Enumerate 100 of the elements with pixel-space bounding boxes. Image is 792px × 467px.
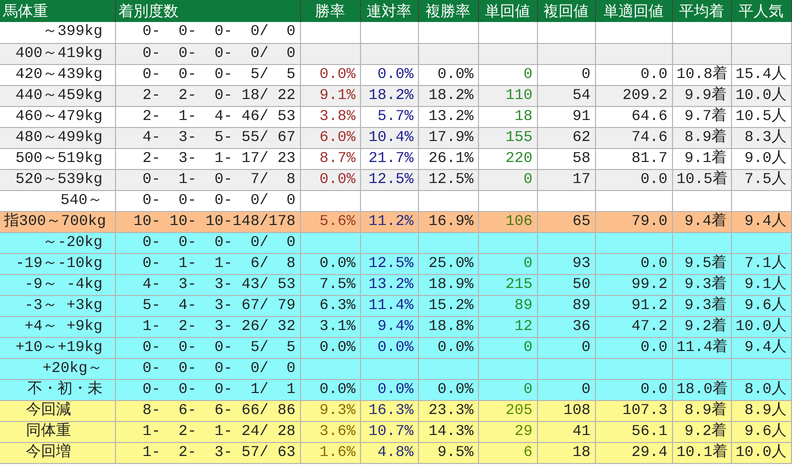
table-cell: 18.2%: [360, 85, 418, 106]
table-cell: 6.0%: [300, 127, 360, 148]
table-cell: 1- 2- 3- 26/ 32: [115, 316, 300, 337]
table-cell: 10.7%: [360, 421, 418, 442]
table-cell: 56.1: [595, 421, 672, 442]
table-cell: 9.5%: [418, 442, 478, 463]
table-cell: 5- 4- 3- 67/ 79: [115, 295, 300, 316]
table-cell: 4.8%: [360, 442, 418, 463]
table-cell: 16.3%: [360, 400, 418, 421]
table-cell: 9.9着: [672, 85, 731, 106]
table-cell: -9～ -4kg: [0, 274, 115, 295]
table-cell: 0.0: [595, 337, 672, 358]
table-cell: 2- 1- 4- 46/ 53: [115, 106, 300, 127]
table-cell: 12.5%: [360, 253, 418, 274]
table-cell: 0: [537, 64, 595, 85]
column-header: 単回値: [478, 0, 537, 22]
table-cell: 11.4%: [360, 295, 418, 316]
table-cell: 420～439kg: [0, 64, 115, 85]
table-cell: 7.5人: [731, 169, 791, 190]
table-cell: 7.1人: [731, 253, 791, 274]
table-cell: 3.6%: [300, 421, 360, 442]
table-cell: 74.6: [595, 127, 672, 148]
table-cell: 17: [537, 169, 595, 190]
table-cell: 0.0%: [418, 337, 478, 358]
table-cell: 18.2%: [418, 85, 478, 106]
table-cell: 89: [537, 295, 595, 316]
table-cell: 7.5%: [300, 274, 360, 295]
table-cell: 110: [478, 85, 537, 106]
table-cell: 18: [478, 106, 537, 127]
table-cell: 93: [537, 253, 595, 274]
table-cell: 0- 1- 0- 7/ 8: [115, 169, 300, 190]
table-cell: 155: [478, 127, 537, 148]
table-cell: 10.0人: [731, 442, 791, 463]
table-cell: 215: [478, 274, 537, 295]
table-cell: 13.2%: [360, 274, 418, 295]
table-cell: 11.2%: [360, 211, 418, 232]
table-cell: 50: [537, 274, 595, 295]
table-cell: 0.0: [595, 64, 672, 85]
column-header: 平均着: [672, 0, 731, 22]
table-cell: 0: [478, 64, 537, 85]
table-cell: 15.4人: [731, 64, 791, 85]
table-cell: 23.3%: [418, 400, 478, 421]
column-header: 連対率: [360, 0, 418, 22]
table-cell: 12.5%: [360, 169, 418, 190]
table-cell: 0.0%: [360, 337, 418, 358]
table-cell: 0.0: [595, 253, 672, 274]
table-cell: 11.4着: [672, 337, 731, 358]
table-cell: 205: [478, 400, 537, 421]
table-cell: -3～ +3kg: [0, 295, 115, 316]
table-cell: 今回減: [0, 400, 115, 421]
table-cell: 0- 1- 1- 6/ 8: [115, 253, 300, 274]
table-cell: 26.1%: [418, 148, 478, 169]
table-cell: 10- 10- 10-148/178: [115, 211, 300, 232]
table-cell: 1- 2- 1- 24/ 28: [115, 421, 300, 442]
table-cell: 9.0人: [731, 148, 791, 169]
table-cell: 400～419kg: [0, 43, 115, 64]
table-cell: 58: [537, 148, 595, 169]
table-cell: 8.9着: [672, 127, 731, 148]
table-cell: 21.7%: [360, 148, 418, 169]
table-cell: 6.3%: [300, 295, 360, 316]
table-cell: 9.7着: [672, 106, 731, 127]
table-cell: 0- 0- 0- 0/ 0: [115, 22, 300, 43]
table-cell: 0: [478, 337, 537, 358]
table-cell: 9.4人: [731, 211, 791, 232]
table-cell: 8.3人: [731, 127, 791, 148]
table-cell: 0.0%: [360, 64, 418, 85]
table-cell: 89: [478, 295, 537, 316]
table-cell: 2- 3- 1- 17/ 23: [115, 148, 300, 169]
table-cell: 10.5人: [731, 106, 791, 127]
table-cell: 0.0%: [300, 253, 360, 274]
table-cell: 220: [478, 148, 537, 169]
table-cell: 8.7%: [300, 148, 360, 169]
table-cell: 41: [537, 421, 595, 442]
table-cell: 0.0%: [360, 379, 418, 400]
table-cell: +20kg～: [0, 358, 115, 379]
table-cell: 0.0%: [418, 64, 478, 85]
table-cell: 0- 0- 0- 0/ 0: [115, 43, 300, 64]
table-cell: 17.9%: [418, 127, 478, 148]
table-cell: 5.7%: [360, 106, 418, 127]
table-cell: 9.6人: [731, 295, 791, 316]
table-cell: 500～519kg: [0, 148, 115, 169]
table-cell: 9.3着: [672, 274, 731, 295]
table-cell: 8.9人: [731, 400, 791, 421]
table-cell: 79.0: [595, 211, 672, 232]
table-cell: 9.4%: [360, 316, 418, 337]
table-cell: 18.0着: [672, 379, 731, 400]
table-cell: 0- 0- 0- 1/ 1: [115, 379, 300, 400]
table-cell: 不・初・未: [0, 379, 115, 400]
table-cell: 65: [537, 211, 595, 232]
table-cell: 0.0: [595, 379, 672, 400]
table-cell: 4- 3- 5- 55/ 67: [115, 127, 300, 148]
table-cell: 91: [537, 106, 595, 127]
table-cell: 209.2: [595, 85, 672, 106]
table-cell: 0.0%: [418, 379, 478, 400]
table-cell: 0: [537, 379, 595, 400]
table-cell: ～399kg: [0, 22, 115, 43]
table-cell: 99.2: [595, 274, 672, 295]
table-cell: 13.2%: [418, 106, 478, 127]
table-cell: 12: [478, 316, 537, 337]
table-cell: 18.9%: [418, 274, 478, 295]
